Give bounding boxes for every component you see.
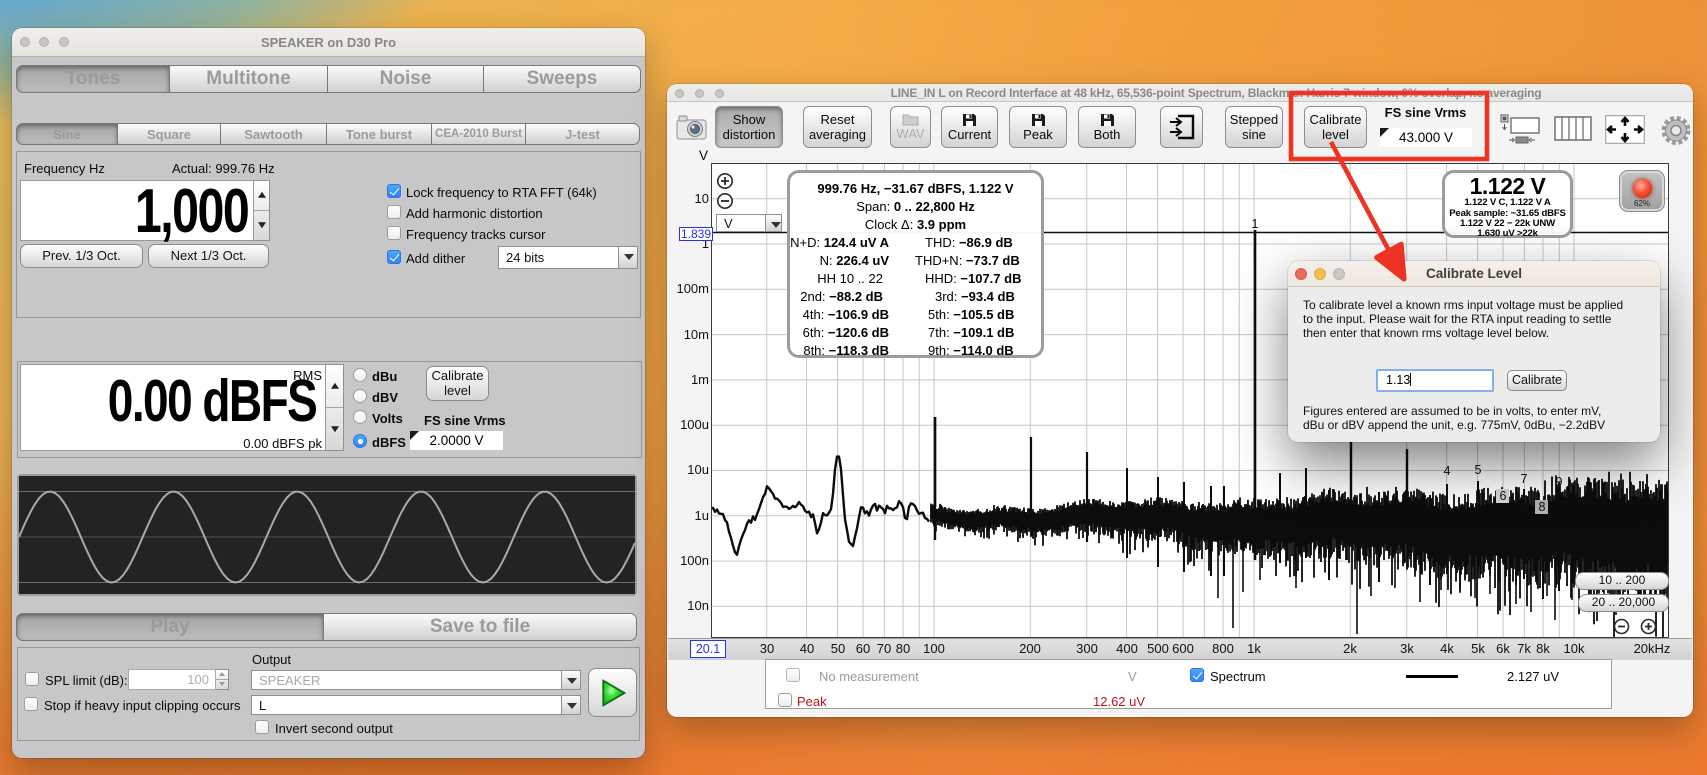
svg-text:7: 7 [1521, 472, 1528, 486]
svg-text:8: 8 [1539, 500, 1546, 514]
svg-text:9: 9 [1556, 475, 1563, 489]
svg-text:1: 1 [1252, 217, 1259, 231]
svg-text:4: 4 [1444, 464, 1451, 478]
svg-text:6: 6 [1500, 489, 1507, 503]
svg-text:5: 5 [1475, 463, 1482, 477]
